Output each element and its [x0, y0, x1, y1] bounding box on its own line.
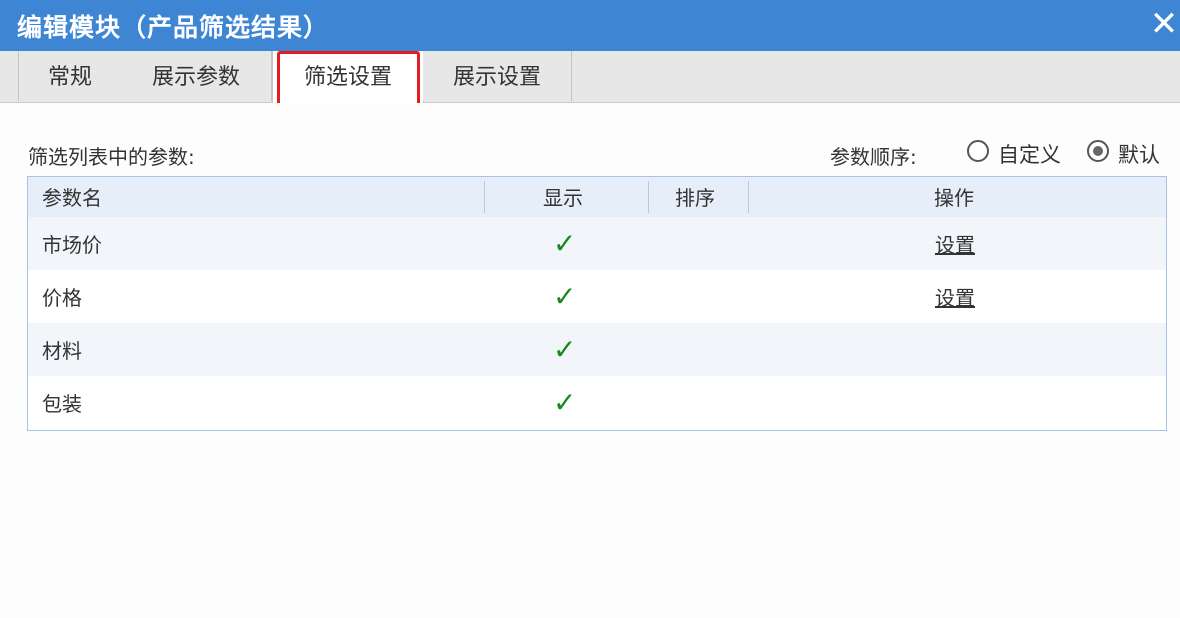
tab-general[interactable]: 常规: [18, 51, 122, 101]
col-header-action: 操作: [934, 186, 974, 210]
col-header-sort: 排序: [675, 186, 715, 210]
check-icon[interactable]: ✓: [553, 270, 576, 323]
params-table: 参数名 显示 排序 操作 市场价 ✓ 设置 价格 ✓ 设置 材料 ✓ 包装 ✓: [27, 176, 1167, 431]
order-custom-label[interactable]: 自定义: [998, 139, 1061, 169]
radio-selected-dot: [1093, 146, 1103, 156]
col-divider: [648, 181, 649, 213]
dialog-title: 编辑模块（产品筛选结果）: [17, 13, 330, 42]
filter-list-label: 筛选列表中的参数:: [28, 145, 195, 169]
table-header: 参数名 显示 排序 操作: [28, 177, 1166, 218]
order-custom-radio[interactable]: [967, 140, 989, 162]
settings-link[interactable]: 设置: [935, 233, 975, 257]
table-row: 材料 ✓: [28, 323, 1166, 376]
col-header-show: 显示: [543, 186, 583, 210]
col-header-name: 参数名: [42, 186, 102, 210]
table-row: 包装 ✓: [28, 376, 1166, 429]
tab-display-settings[interactable]: 展示设置: [423, 51, 572, 101]
col-divider: [748, 181, 749, 213]
param-name: 包装: [42, 392, 82, 416]
param-name: 价格: [42, 286, 82, 310]
table-row: 价格 ✓ 设置: [28, 270, 1166, 323]
check-icon[interactable]: ✓: [553, 376, 576, 429]
table-row: 市场价 ✓ 设置: [28, 217, 1166, 270]
param-order-label: 参数顺序:: [830, 145, 917, 169]
order-default-radio[interactable]: [1087, 140, 1109, 162]
check-icon[interactable]: ✓: [553, 323, 576, 376]
tab-highlight-box: [277, 51, 420, 111]
col-divider: [484, 181, 485, 213]
param-name: 市场价: [42, 233, 102, 257]
order-default-label[interactable]: 默认: [1118, 139, 1160, 169]
tab-strip: 常规 展示参数 筛选设置 展示设置: [0, 51, 1180, 103]
close-icon[interactable]: ✕: [1147, 6, 1180, 42]
dialog-titlebar: 编辑模块（产品筛选结果） ✕: [0, 0, 1180, 51]
check-icon[interactable]: ✓: [553, 217, 576, 270]
settings-link[interactable]: 设置: [935, 286, 975, 310]
tab-display-params[interactable]: 展示参数: [121, 51, 272, 101]
param-name: 材料: [42, 339, 82, 363]
